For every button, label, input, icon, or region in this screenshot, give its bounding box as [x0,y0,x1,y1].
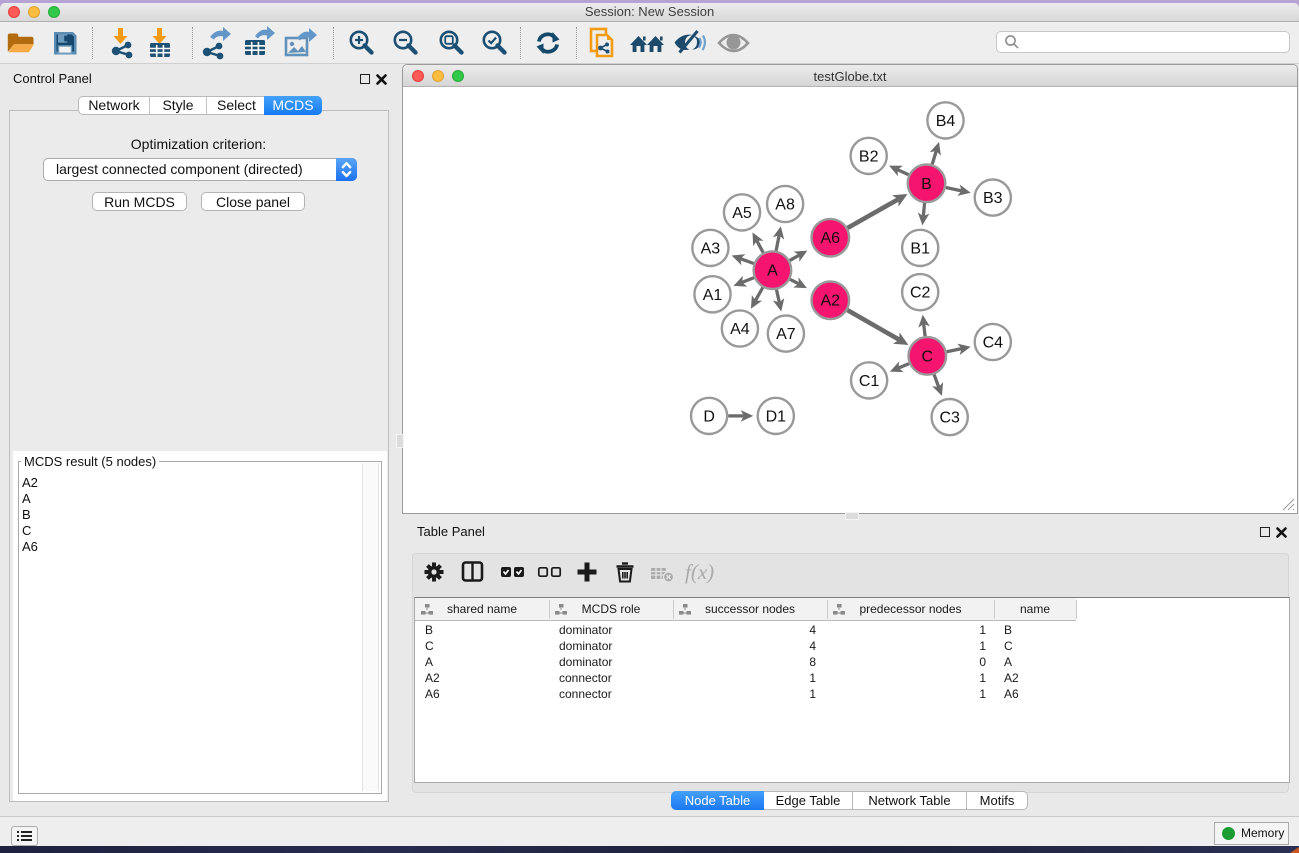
svg-text:B1: B1 [910,240,930,257]
svg-text:B2: B2 [859,148,879,165]
svg-text:A1: A1 [703,287,723,304]
svg-text:C1: C1 [859,373,880,390]
svg-text:C3: C3 [939,410,960,427]
svg-text:B: B [921,176,932,193]
svg-text:B3: B3 [983,190,1003,207]
svg-text:A3: A3 [701,240,721,257]
svg-text:A2: A2 [821,293,841,310]
svg-text:A: A [767,263,778,280]
svg-text:A6: A6 [821,230,841,247]
svg-text:D: D [703,408,715,425]
svg-text:C4: C4 [983,335,1004,352]
svg-text:C: C [922,348,934,365]
svg-text:A5: A5 [732,205,752,222]
svg-text:C2: C2 [910,285,931,302]
svg-text:B4: B4 [936,113,956,130]
svg-text:A8: A8 [775,197,795,214]
svg-text:A7: A7 [776,326,796,343]
svg-text:D1: D1 [766,408,787,425]
svg-text:A4: A4 [730,321,750,338]
